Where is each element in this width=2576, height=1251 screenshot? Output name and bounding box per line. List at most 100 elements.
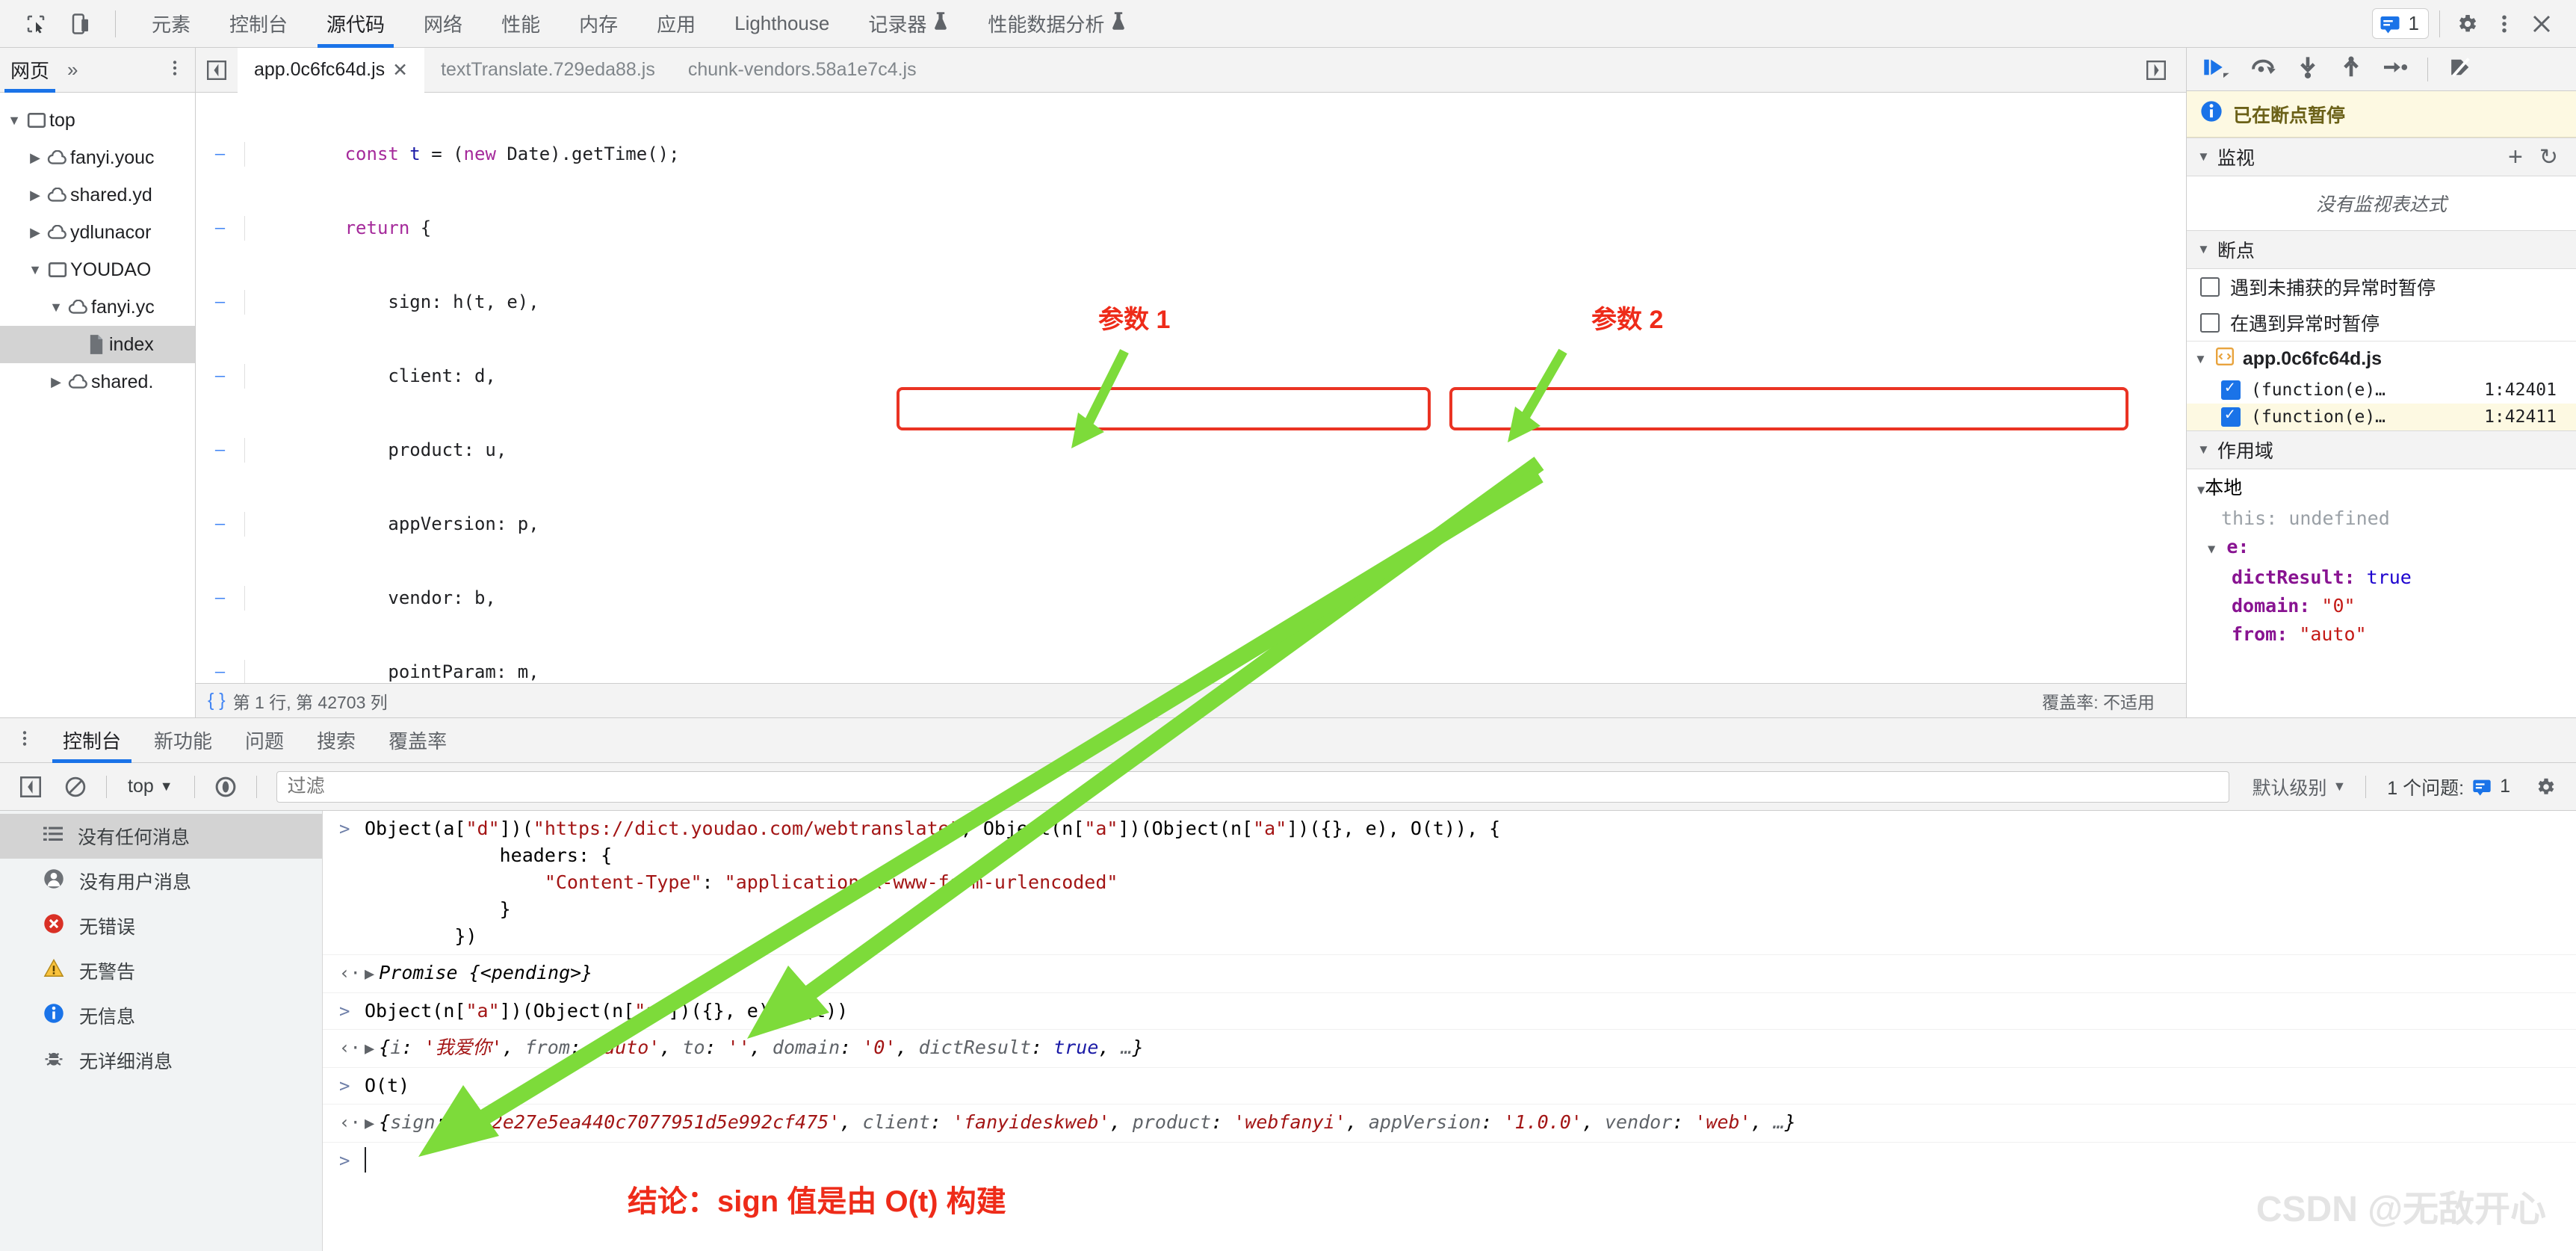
console-filter[interactable] (276, 770, 2230, 803)
step-into-icon[interactable] (2296, 56, 2320, 82)
pretty-print-icon[interactable]: { } (208, 690, 226, 711)
breakpoint-item[interactable]: (function(e)… 1:42411 (2187, 404, 2576, 430)
message-count-badge[interactable]: 1 (2371, 8, 2429, 39)
console-settings-icon[interactable] (2525, 767, 2566, 807)
console-entry-text: Object(a["d"])("https://dict.youdao.com/… (365, 818, 1501, 947)
refresh-watch-icon[interactable]: ↻ (2539, 144, 2558, 170)
flask-icon (932, 11, 949, 36)
scope-section-header[interactable]: ▼ 作用域 (2187, 430, 2576, 469)
settings-gear-icon[interactable] (2450, 7, 2483, 40)
code-line: – return { (196, 216, 2186, 241)
twisty-icon[interactable]: ▶ (25, 188, 45, 203)
twisty-icon[interactable]: ▶ (46, 374, 66, 390)
resume-icon[interactable] (2203, 56, 2230, 82)
pause-exceptions-checkbox[interactable] (2200, 313, 2220, 333)
tree-item-index[interactable]: index (0, 326, 195, 363)
tree-item-fanyi-yc[interactable]: ▼ fanyi.yc (0, 288, 195, 326)
expand-panel-icon[interactable] (2135, 60, 2177, 80)
twisty-icon[interactable]: ▶ (25, 150, 45, 166)
tree-item-shared-yd[interactable]: ▶ shared.yd (0, 176, 195, 214)
add-watch-icon[interactable]: + (2508, 143, 2523, 172)
deactivate-breakpoints-icon[interactable] (2447, 56, 2474, 82)
tab-recorder[interactable]: 记录器 (849, 0, 968, 48)
editor-tab-chunk-vendors-js[interactable]: chunk-vendors.58a1e7c4.js (672, 48, 933, 93)
editor-tab-texttranslate-js[interactable]: textTranslate.729eda88.js (424, 48, 672, 93)
chevron-down-icon[interactable]: ▼ (2197, 483, 2205, 498)
breakpoints-section-header[interactable]: ▼ 断点 (2187, 230, 2576, 269)
drawer-tab-console[interactable]: 控制台 (46, 718, 137, 763)
issues-indicator[interactable]: 1 个问题: 1 (2377, 773, 2521, 800)
watch-section-header[interactable]: ▼ 监视 + ↻ (2187, 138, 2576, 176)
navigator-tab-page[interactable]: 网页 (0, 48, 60, 93)
drawer-tab-issues[interactable]: 问题 (229, 718, 300, 763)
tree-item-top[interactable]: ▼ top (0, 102, 195, 139)
tree-item-fanyi-youdao[interactable]: ▶ fanyi.youc (0, 139, 195, 176)
tab-network[interactable]: 网络 (404, 0, 482, 48)
device-toggle-icon[interactable] (64, 7, 97, 40)
drawer-tab-coverage[interactable]: 覆盖率 (372, 718, 463, 763)
tab-performance[interactable]: 性能 (482, 0, 560, 48)
step-over-icon[interactable] (2250, 56, 2276, 82)
drawer-tab-search[interactable]: 搜索 (300, 718, 372, 763)
twisty-icon[interactable]: ▼ (46, 300, 66, 315)
tab-elements[interactable]: 元素 (132, 0, 210, 48)
drawer-tab-whats-new[interactable]: 新功能 (137, 718, 229, 763)
console-sidebar-user-messages[interactable]: 没有用户消息 (0, 859, 322, 904)
chevron-down-icon[interactable]: ▼ (2197, 442, 2210, 457)
scope-e-row[interactable]: ▼ e: (2197, 533, 2576, 563)
chevron-down-icon[interactable]: ▼ (2197, 242, 2210, 257)
console-sidebar-verbose[interactable]: 无详细消息 (0, 1038, 322, 1083)
breakpoint-checkbox[interactable] (2221, 405, 2241, 427)
tree-item-youdao[interactable]: ▼ YOUDAO (0, 251, 195, 288)
chevron-down-icon[interactable]: ▼ (2194, 352, 2207, 367)
tab-performance-insights[interactable]: 性能数据分析 (968, 0, 1146, 48)
chevron-down-icon[interactable]: ▼ (2208, 542, 2215, 557)
collapse-sidebar-icon[interactable] (196, 60, 238, 80)
filter-input[interactable] (287, 776, 2219, 797)
twisty-icon[interactable]: ▼ (4, 113, 24, 129)
tree-item-shared[interactable]: ▶ shared. (0, 363, 195, 401)
console-sidebar-errors[interactable]: 无错误 (0, 904, 322, 948)
navigator-more-tabs[interactable]: » (60, 58, 85, 81)
console-sidebar-info[interactable]: 无信息 (0, 993, 322, 1038)
log-level-selector[interactable]: 默认级别 ▼ (2243, 773, 2355, 800)
tab-application[interactable]: 应用 (637, 0, 715, 48)
navigator-menu-icon[interactable] (155, 58, 195, 81)
step-icon[interactable] (2383, 56, 2408, 82)
pause-uncaught-row[interactable]: 遇到未捕获的异常时暂停 (2187, 269, 2576, 305)
tab-lighthouse[interactable]: Lighthouse (715, 0, 849, 48)
editor-tab-app-js[interactable]: app.0c6fc64d.js ✕ (238, 47, 425, 93)
tab-memory[interactable]: 内存 (560, 0, 637, 48)
tree-item-ydlunacor[interactable]: ▶ ydlunacor (0, 214, 195, 251)
console-prompt-input[interactable] (365, 1147, 366, 1173)
more-vertical-icon[interactable] (2488, 7, 2521, 40)
twisty-icon[interactable]: ▼ (25, 262, 45, 278)
close-icon[interactable] (2525, 7, 2558, 40)
pause-uncaught-checkbox[interactable] (2200, 277, 2220, 297)
chevron-down-icon[interactable]: ▼ (2197, 149, 2210, 164)
live-expression-icon[interactable] (205, 767, 246, 807)
console-prompt-row[interactable]: > (323, 1143, 2576, 1179)
tab-console[interactable]: 控制台 (210, 0, 307, 48)
step-out-icon[interactable] (2339, 56, 2363, 82)
console-sidebar-warnings[interactable]: 无警告 (0, 948, 322, 993)
breakpoint-item[interactable]: (function(e)… 1:42401 (2187, 377, 2576, 404)
console-sidebar-all-messages[interactable]: 没有任何消息 (0, 814, 322, 859)
pause-exceptions-row[interactable]: 在遇到异常时暂停 (2187, 305, 2576, 341)
code-viewer[interactable]: – const t = (new Date).getTime(); – retu… (196, 93, 2186, 683)
close-icon[interactable]: ✕ (392, 59, 408, 81)
scope-local-row[interactable]: ▼本地 (2197, 474, 2576, 504)
execution-context-selector[interactable]: top ▼ (117, 776, 184, 797)
console-sidebar-toggle-icon[interactable] (10, 767, 51, 807)
output-chevron-icon: ‹· (339, 1112, 361, 1133)
inspect-icon[interactable] (19, 7, 52, 40)
code-line: – appVersion: p, (196, 512, 2186, 537)
drawer-menu-icon[interactable] (0, 729, 46, 752)
clear-console-icon[interactable] (55, 767, 96, 807)
breakpoint-file-row[interactable]: ▼ app.0c6fc64d.js (2187, 341, 2576, 377)
console-output[interactable]: > Object(a["d"])("https://dict.youdao.co… (323, 811, 2576, 1251)
twisty-icon[interactable]: ▶ (25, 225, 45, 241)
console-entry-output: ‹· ▶ Promise {<pending>} (323, 955, 2576, 993)
tab-sources[interactable]: 源代码 (307, 0, 404, 48)
breakpoint-checkbox[interactable] (2221, 378, 2241, 400)
